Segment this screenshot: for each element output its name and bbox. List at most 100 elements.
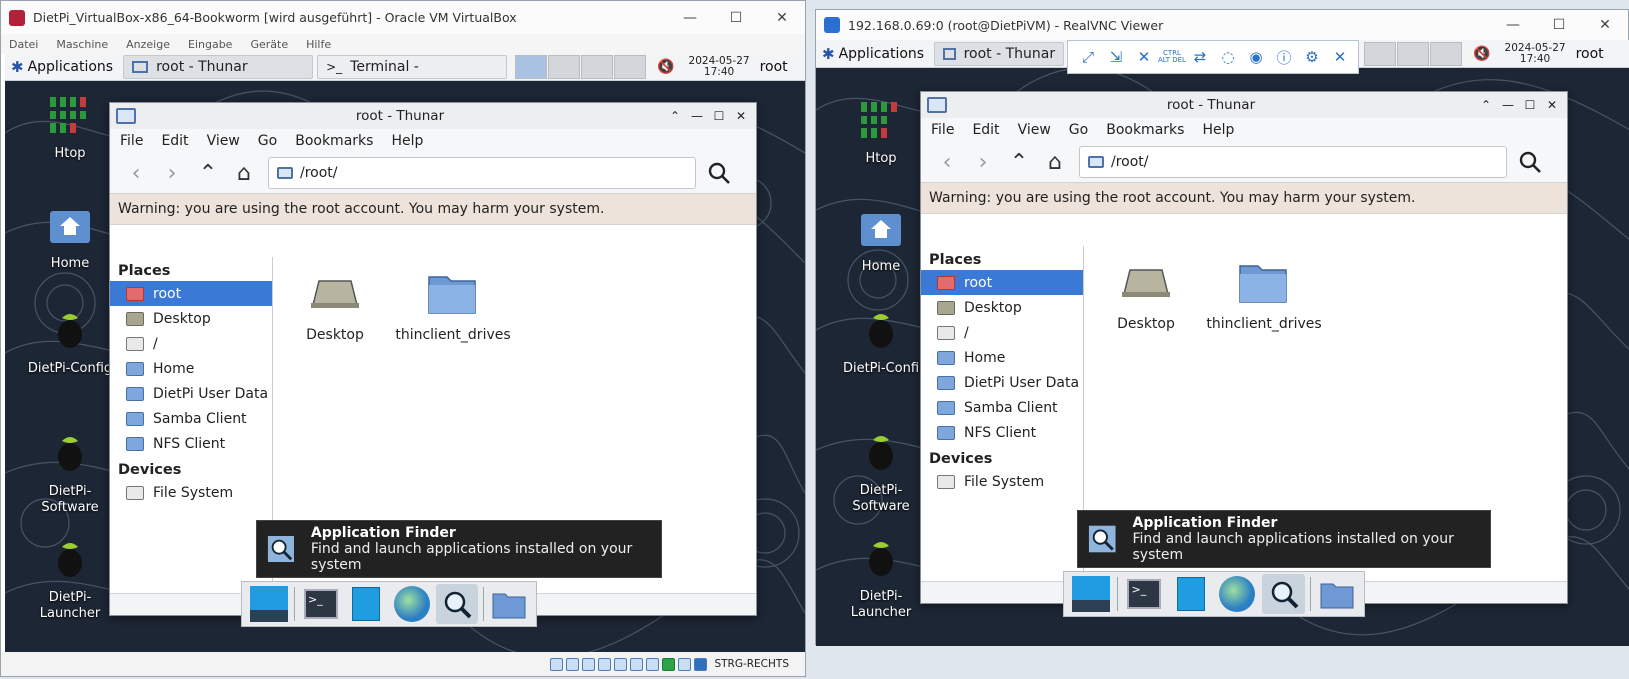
device-file-system[interactable]: File System [110,480,272,505]
ctrl-alt-del-button[interactable]: CTRL ALT DEL [1158,50,1186,64]
close-button[interactable]: ✕ [1582,10,1628,40]
menu-anzeige[interactable]: Anzeige [126,38,170,51]
place-filesystem-root[interactable]: / [110,331,272,356]
task-thunar[interactable]: root - Thunar [934,41,1065,66]
menu-geraete[interactable]: Geräte [250,38,288,51]
maximize-button[interactable]: ☐ [708,109,730,123]
file-item-desktop[interactable]: Desktop [275,269,395,343]
settings-icon[interactable]: ⚙ [1298,48,1326,66]
menu-file[interactable]: File [120,133,143,149]
shared-folders-icon[interactable] [630,657,644,671]
forward-icon[interactable]: › [965,150,1001,175]
minimize-button[interactable]: — [1497,98,1519,112]
file-item-desktop[interactable]: Desktop [1086,258,1206,332]
place-nfs-client[interactable]: NFS Client [110,431,272,456]
search-icon[interactable] [702,161,736,185]
desktop-icon-dietpi-launcher[interactable]: DietPi- Launcher [836,520,926,637]
forward-icon[interactable]: › [154,161,190,186]
place-home[interactable]: Home [110,356,272,381]
volume-muted-icon[interactable]: 🔇 [1473,46,1490,62]
workspace-switcher[interactable] [515,54,647,79]
user-label[interactable]: root [1576,46,1604,62]
home-icon[interactable]: ⌂ [1037,150,1073,175]
desktop-icon-htop[interactable]: Htop [836,98,926,167]
minimize-button[interactable]: — [686,109,708,123]
close-button[interactable]: ✕ [759,1,805,34]
desktop-icon-dietpi-software[interactable]: DietPi- Software [25,415,115,532]
desktop-icon-home[interactable]: Home [836,206,926,275]
place-dietpi-user-data[interactable]: DietPi User Data [110,381,272,406]
file-item-thinclient-drives[interactable]: thinclient_drives [393,269,513,343]
menu-edit[interactable]: Edit [972,122,999,138]
mute-icon[interactable]: ✕ [1130,48,1158,66]
place-samba-client[interactable]: Samba Client [110,406,272,431]
notification-popup[interactable]: Application Finder Find and launch appli… [256,520,662,578]
menu-go[interactable]: Go [1069,122,1088,138]
search-icon[interactable] [1513,150,1547,174]
terminal-icon[interactable]: >_ [300,584,341,624]
menu-eingabe[interactable]: Eingabe [188,38,232,51]
menu-go[interactable]: Go [258,133,277,149]
usb-icon[interactable] [614,657,628,671]
menu-maschine[interactable]: Maschine [56,38,108,51]
optical-drive-icon[interactable] [566,657,580,671]
workspace-switcher[interactable] [1364,41,1463,66]
task-thunar[interactable]: root - Thunar [123,54,314,79]
network-icon[interactable] [598,657,612,671]
folder-icon[interactable] [489,584,530,624]
file-item-thinclient-drives[interactable]: thinclient_drives [1204,258,1324,332]
show-desktop-icon[interactable] [248,584,289,624]
place-root[interactable]: root [110,281,272,306]
workspace-2[interactable] [548,54,581,79]
home-icon[interactable]: ⌂ [226,161,262,186]
device-file-system[interactable]: File System [921,469,1083,494]
app-finder-icon[interactable] [1262,574,1305,614]
cpu-icon[interactable] [678,657,692,671]
place-home[interactable]: Home [921,345,1083,370]
place-desktop[interactable]: Desktop [921,295,1083,320]
menu-help[interactable]: Help [391,133,423,149]
scale-icon[interactable]: ⇲ [1102,48,1130,66]
menu-edit[interactable]: Edit [161,133,188,149]
close-button[interactable]: ✕ [1541,98,1563,112]
desktop-icon-htop[interactable]: Htop [25,93,115,162]
terminal-icon[interactable]: >_ [1123,574,1165,614]
hdd-icon[interactable] [550,657,564,671]
menu-view[interactable]: View [1018,122,1051,138]
desktop-icon-dietpi-config[interactable]: DietPi-Confi [836,308,926,377]
display-icon[interactable] [646,657,660,671]
minimize-button[interactable]: — [1490,10,1536,40]
place-samba-client[interactable]: Samba Client [921,395,1083,420]
location-bar[interactable]: /root/ [1079,146,1507,178]
transfer-files-icon[interactable]: ⇄ [1186,48,1214,66]
app-finder-icon[interactable] [436,584,478,624]
place-dietpi-user-data[interactable]: DietPi User Data [921,370,1083,395]
notification-popup[interactable]: Application Finder Find and launch appli… [1077,510,1491,568]
menu-bookmarks[interactable]: Bookmarks [1106,122,1184,138]
web-browser-icon[interactable] [391,584,432,624]
workspace-1[interactable] [515,54,548,79]
file-manager-icon[interactable] [1170,574,1212,614]
volume-muted-icon[interactable]: 🔇 [657,59,674,75]
menu-view[interactable]: View [207,133,240,149]
applications-menu[interactable]: ✱ Applications [5,53,119,80]
shade-button[interactable]: ⌃ [664,109,686,123]
desktop-icon-dietpi-config[interactable]: DietPi-Config [25,308,115,377]
show-desktop-icon[interactable] [1070,574,1112,614]
menu-file[interactable]: File [931,122,954,138]
maximize-button[interactable]: ☐ [1519,98,1541,112]
place-filesystem-root[interactable]: / [921,320,1083,345]
clock[interactable]: 2024-05-27 17:40 [689,55,750,78]
desktop-icon-dietpi-software[interactable]: DietPi- Software [836,414,926,531]
workspace-3[interactable] [581,54,614,79]
file-manager-icon[interactable] [346,584,387,624]
workspace-3[interactable] [1430,41,1463,66]
shade-button[interactable]: ⌃ [1475,98,1497,112]
desktop-icon-home[interactable]: Home [25,203,115,272]
minimize-button[interactable]: — [667,1,713,34]
place-nfs-client[interactable]: NFS Client [921,420,1083,445]
close-connection-icon[interactable]: ✕ [1326,48,1354,66]
workspace-1[interactable] [1364,41,1397,66]
menu-hilfe[interactable]: Hilfe [306,38,331,51]
place-root[interactable]: root [921,270,1083,295]
